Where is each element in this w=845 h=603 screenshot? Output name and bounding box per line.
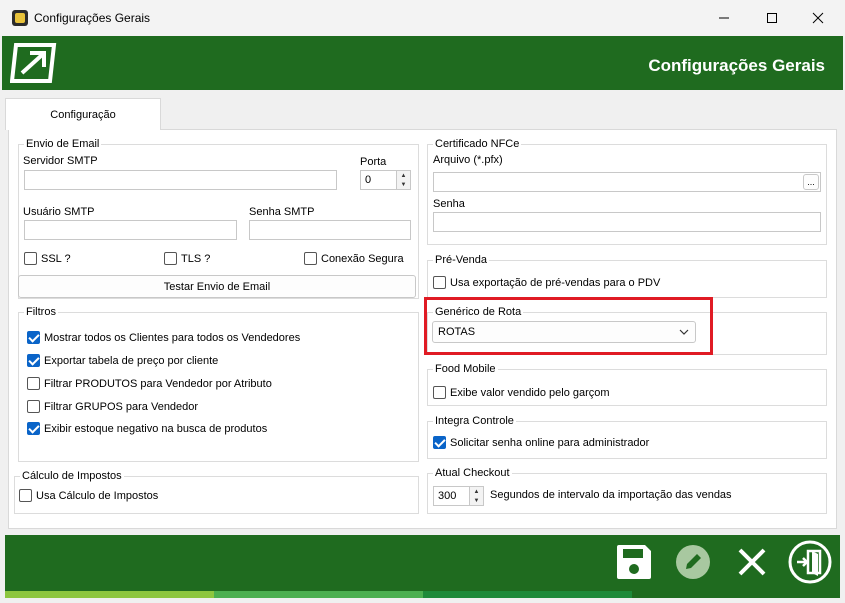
browse-button[interactable]: ... xyxy=(803,174,819,190)
filters-group-label: Filtros xyxy=(24,306,58,318)
header-banner: Configurações Gerais xyxy=(2,36,843,90)
close-icon xyxy=(812,12,824,24)
smtp-password-label: Senha SMTP xyxy=(249,206,315,218)
filter-box-0[interactable] xyxy=(27,331,40,344)
nfce-file-label: Arquivo (*.pfx) xyxy=(433,154,503,166)
filter-label-4: Exibir estoque negativo na busca de prod… xyxy=(44,422,268,435)
smtp-user-input[interactable] xyxy=(24,220,237,240)
filter-item[interactable]: Exportar tabela de preço por cliente xyxy=(27,354,218,367)
presale-box[interactable] xyxy=(433,276,446,289)
exit-icon xyxy=(788,540,832,584)
ssl-label: SSL ? xyxy=(41,252,71,265)
taxes-box[interactable] xyxy=(19,489,32,502)
filter-box-2[interactable] xyxy=(27,377,40,390)
integra-label: Solicitar senha online para administrado… xyxy=(450,436,650,449)
taxes-label: Usa Cálculo de Impostos xyxy=(36,489,159,502)
checkout-group-label: Atual Checkout xyxy=(433,467,512,479)
filter-box-1[interactable] xyxy=(27,354,40,367)
filter-item[interactable]: Exibir estoque negativo na busca de prod… xyxy=(27,422,267,435)
filter-item[interactable]: Mostrar todos os Clientes para todos os … xyxy=(27,331,300,344)
window-title: Configurações Gerais xyxy=(34,11,151,25)
secure-connection-box[interactable] xyxy=(304,252,317,265)
maximize-button[interactable] xyxy=(749,0,795,36)
food-box[interactable] xyxy=(433,386,446,399)
taxes-group-label: Cálculo de Impostos xyxy=(20,470,124,482)
nfce-password-input[interactable] xyxy=(433,212,821,232)
interval-up-icon[interactable]: ▲ xyxy=(469,487,483,496)
checkout-interval-label: Segundos de intervalo da importação das … xyxy=(490,489,732,501)
nfce-file-input[interactable] xyxy=(433,172,821,192)
integra-checkbox[interactable]: Solicitar senha online para administrado… xyxy=(433,436,649,449)
filter-box-4[interactable] xyxy=(27,422,40,435)
checkout-interval-value: 300 xyxy=(438,490,457,502)
page-title: Configurações Gerais xyxy=(648,56,825,75)
footer-stripe xyxy=(632,591,840,598)
port-up-icon[interactable]: ▲ xyxy=(396,171,410,180)
filter-label-2: Filtrar PRODUTOS para Vendedor por Atrib… xyxy=(44,377,272,390)
smtp-user-label: Usuário SMTP xyxy=(23,206,95,218)
minimize-icon xyxy=(719,17,729,19)
filter-item[interactable]: Filtrar PRODUTOS para Vendedor por Atrib… xyxy=(27,377,272,390)
smtp-password-input[interactable] xyxy=(249,220,411,240)
smtp-server-label: Servidor SMTP xyxy=(23,155,98,167)
presale-label: Usa exportação de pré-vendas para o PDV xyxy=(450,276,661,289)
integra-box[interactable] xyxy=(433,436,446,449)
footer-stripe xyxy=(5,591,214,598)
food-checkbox[interactable]: Exibe valor vendido pelo garçom xyxy=(433,386,610,399)
save-icon xyxy=(617,545,651,579)
app-icon xyxy=(12,10,28,26)
edit-icon xyxy=(676,545,710,579)
secure-connection-label: Conexão Segura xyxy=(321,252,404,265)
food-label: Exibe valor vendido pelo garçom xyxy=(450,386,610,399)
tab-configuracao[interactable]: Configuração xyxy=(5,98,161,130)
presale-group-label: Pré-Venda xyxy=(433,254,489,266)
cancel-button[interactable] xyxy=(730,540,774,584)
port-stepper[interactable]: 0 ▲ ▼ xyxy=(360,170,411,190)
filter-item[interactable]: Filtrar GRUPOS para Vendedor xyxy=(27,400,198,413)
close-button[interactable] xyxy=(795,0,841,36)
filter-label-1: Exportar tabela de preço por cliente xyxy=(44,354,219,367)
secure-connection-checkbox[interactable]: Conexão Segura xyxy=(304,252,404,265)
filter-label-0: Mostrar todos os Clientes para todos os … xyxy=(44,331,301,344)
smtp-server-input[interactable] xyxy=(24,170,337,190)
presale-checkbox[interactable]: Usa exportação de pré-vendas para o PDV xyxy=(433,276,660,289)
nfce-password-label: Senha xyxy=(433,198,465,210)
filter-label-3: Filtrar GRUPOS para Vendedor xyxy=(44,400,199,413)
maximize-icon xyxy=(767,13,777,23)
integra-group-label: Integra Controle xyxy=(433,415,516,427)
cancel-icon xyxy=(738,548,766,576)
tls-box[interactable] xyxy=(164,252,177,265)
food-group-label: Food Mobile xyxy=(433,363,498,375)
interval-down-icon[interactable]: ▼ xyxy=(469,496,483,505)
port-down-icon[interactable]: ▼ xyxy=(396,180,410,189)
email-group-label: Envio de Email xyxy=(24,138,102,150)
edit-button[interactable] xyxy=(671,540,715,584)
checkout-interval-stepper[interactable]: 300 ▲ ▼ xyxy=(433,486,484,506)
port-label: Porta xyxy=(360,156,387,168)
exit-button[interactable] xyxy=(788,540,832,584)
footer-stripe xyxy=(214,591,423,598)
port-value: 0 xyxy=(365,174,372,186)
filter-box-3[interactable] xyxy=(27,400,40,413)
taxes-checkbox[interactable]: Usa Cálculo de Impostos xyxy=(19,489,158,502)
logo-icon xyxy=(10,43,57,83)
test-email-button[interactable]: Testar Envio de Email xyxy=(18,275,416,298)
minimize-button[interactable] xyxy=(701,0,747,36)
tls-checkbox[interactable]: TLS ? xyxy=(164,252,210,265)
ssl-checkbox[interactable]: SSL ? xyxy=(24,252,71,265)
save-button[interactable] xyxy=(612,540,656,584)
highlight-box xyxy=(424,297,713,355)
nfce-group-label: Certificado NFCe xyxy=(433,138,522,150)
ssl-box[interactable] xyxy=(24,252,37,265)
footer-stripe xyxy=(423,591,632,598)
tls-label: TLS ? xyxy=(181,252,211,265)
